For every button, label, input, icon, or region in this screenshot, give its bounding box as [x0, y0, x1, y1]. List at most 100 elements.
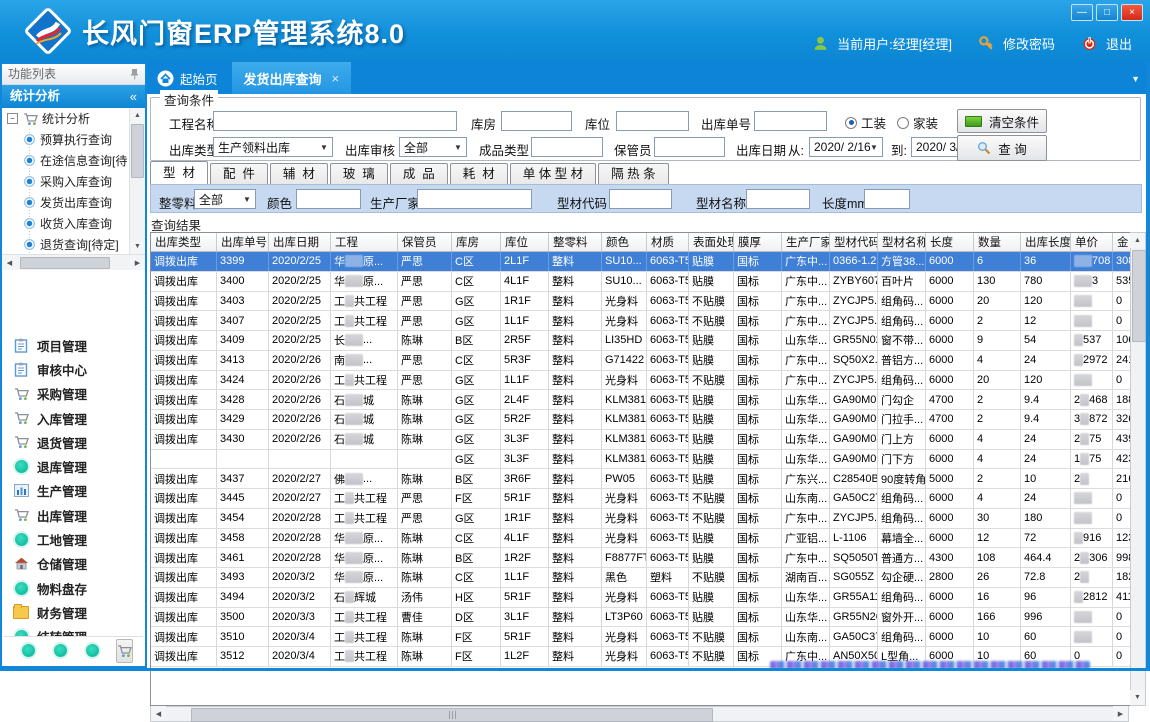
tree-vertical-scrollbar[interactable]: ▲ ▼ [129, 108, 145, 254]
column-header[interactable]: 长度 [926, 233, 974, 251]
tab-list-dropdown-icon[interactable]: ▼ [1131, 74, 1140, 84]
table-row[interactable]: 调拨出库34282020/2/26石城陈琳G区2L4F整料KLM38176063… [151, 390, 1142, 410]
table-vscroll-thumb[interactable] [1132, 250, 1146, 342]
tree-item[interactable]: 在途信息查询[待 [2, 150, 130, 171]
column-header[interactable]: 型材代码 [830, 233, 878, 251]
tab-shipment-query[interactable]: 发货出库查询 × [232, 62, 352, 94]
table-row[interactable]: 调拨出库34032020/2/25工共工程严思G区1R1F整料光身料6063-T… [151, 292, 1142, 312]
maker-input[interactable] [417, 189, 532, 209]
module-item-clipboard[interactable]: 审核中心 [4, 357, 143, 381]
scroll-right-icon[interactable]: ▶ [1113, 706, 1128, 721]
module-item-circle[interactable]: 退库管理 [4, 454, 143, 478]
material-tab[interactable]: 成 品 [390, 163, 448, 184]
date-from-picker[interactable]: 2020/ 2/16 ▼ [809, 137, 883, 157]
table-row[interactable]: 调拨出库35102020/3/4工共工程陈琳F区5R1F整料光身料6063-T5… [151, 627, 1142, 647]
column-header[interactable]: 出库单号 [217, 233, 269, 251]
scroll-left-icon[interactable]: ◀ [151, 706, 166, 721]
radio-gongzhuang[interactable]: 工装 [845, 113, 886, 132]
circle-icon[interactable] [84, 643, 100, 659]
tree-scroll-thumb[interactable] [131, 124, 144, 178]
cart-button-icon[interactable] [116, 643, 132, 659]
module-item-cart[interactable]: 采购管理 [4, 382, 143, 406]
tab-close-icon[interactable]: × [332, 71, 340, 86]
table-vertical-scrollbar[interactable]: ▲ ▼ [1130, 232, 1146, 706]
product-type-input[interactable] [531, 137, 603, 157]
module-item-circle[interactable]: 工地管理 [4, 527, 143, 551]
zhengling-select[interactable]: 全部 ▼ [194, 189, 256, 209]
profile-name-input[interactable] [746, 189, 810, 209]
material-tab[interactable]: 单 体 型 材 [510, 163, 596, 184]
close-button[interactable]: × [1121, 4, 1143, 21]
logout-link[interactable]: 退出 [1106, 34, 1132, 53]
scroll-down-icon[interactable]: ▼ [130, 239, 145, 254]
table-row[interactable]: 调拨出库35002020/3/3工共工程曹佳D区3L1F整料LT3P606063… [151, 608, 1142, 628]
table-row[interactable]: G区3L3F整料KLM38176063-T5贴膜国标山东华...GA90M09.… [151, 450, 1142, 470]
module-item-home[interactable]: 仓储管理 [4, 552, 143, 576]
pin-icon[interactable] [130, 68, 139, 80]
module-item-circle[interactable]: 物料盘存 [4, 576, 143, 600]
profile-code-input[interactable] [609, 189, 672, 209]
column-header[interactable]: 出库日期 [269, 233, 331, 251]
table-hscroll-thumb[interactable] [191, 708, 713, 722]
scroll-right-icon[interactable]: ▶ [130, 255, 145, 270]
table-row[interactable]: 调拨出库34932020/3/2华原...陈琳C区1L1F整料黑色塑料不贴膜国标… [151, 568, 1142, 588]
table-row[interactable]: 调拨出库34132020/2/26南...严思C区5R3F整料G71422606… [151, 351, 1142, 371]
table-row[interactable]: 调拨出库34002020/2/25华原...严思C区4L1F整料SU10...6… [151, 272, 1142, 292]
tree-hscroll-thumb[interactable] [20, 257, 110, 269]
column-header[interactable]: 单价 [1071, 233, 1113, 251]
module-item-clipboard[interactable]: 项目管理 [4, 333, 143, 357]
warehouse-input[interactable] [501, 111, 572, 131]
tree-item[interactable]: 预算执行查询 [2, 129, 130, 150]
module-item-folder[interactable]: 财务管理 [4, 600, 143, 624]
module-item-chart[interactable]: 生产管理 [4, 479, 143, 503]
tree-item[interactable]: 退货查询[待定] [2, 234, 130, 254]
cart-button[interactable] [116, 639, 133, 663]
column-header[interactable]: 膜厚 [734, 233, 782, 251]
search-button[interactable]: 查 询 [957, 135, 1047, 161]
audit-select[interactable]: 全部 ▼ [399, 137, 467, 157]
table-row[interactable]: 调拨出库34242020/2/26工共工程严思G区1L1F整料光身料6063-T… [151, 371, 1142, 391]
material-tab[interactable]: 辅 材 [270, 163, 328, 184]
table-row[interactable]: 调拨出库33992020/2/25华原...严思C区2L1F整料SU10...6… [151, 252, 1142, 272]
table-row[interactable]: 调拨出库34292020/2/26石城陈琳G区5R2F整料KLM38176063… [151, 410, 1142, 430]
tree-horizontal-scrollbar[interactable]: ◀ ▶ [2, 254, 145, 270]
column-header[interactable]: 整零料 [549, 233, 602, 251]
table-row[interactable]: 调拨出库34942020/3/2石辉城汤伟H区5R1F整料光身料6063-T5贴… [151, 588, 1142, 608]
column-header[interactable]: 颜色 [602, 233, 647, 251]
table-row[interactable]: 调拨出库34582020/2/28华原...陈琳C区4L1F整料光身料6063-… [151, 529, 1142, 549]
minimize-button[interactable]: — [1071, 4, 1093, 21]
module-item-cart[interactable]: 入库管理 [4, 406, 143, 430]
length-input[interactable] [864, 189, 910, 209]
tree-expander-icon[interactable]: − [7, 113, 18, 124]
table-row[interactable]: 调拨出库34452020/2/27工共工程严思F区5R1F整料光身料6063-T… [151, 489, 1142, 509]
slot-input[interactable] [616, 111, 689, 131]
column-header[interactable]: 材质 [647, 233, 689, 251]
scroll-up-icon[interactable]: ▲ [1130, 233, 1145, 248]
table-row[interactable]: 调拨出库34302020/2/26石城陈琳G区3L3F整料KLM38176063… [151, 430, 1142, 450]
table-row[interactable]: 调拨出库34612020/2/28华原...陈琳B区1R2F整料F8877FT6… [151, 548, 1142, 568]
module-item-cart[interactable]: 退货管理 [4, 430, 143, 454]
column-header[interactable]: 生产厂家 [782, 233, 830, 251]
scroll-up-icon[interactable]: ▲ [130, 108, 145, 123]
table-horizontal-scrollbar[interactable]: ◀ ▶ [150, 706, 1129, 722]
outbound-type-select[interactable]: 生产领料出库 ▼ [213, 137, 333, 157]
table-row[interactable]: 调拨出库34542020/2/28工共工程严思G区1R1F整料光身料6063-T… [151, 509, 1142, 529]
collapse-icon[interactable]: « [130, 85, 137, 108]
material-tab[interactable]: 隔 热 条 [598, 163, 668, 184]
color-input[interactable] [296, 189, 361, 209]
column-header[interactable]: 出库长度 [1021, 233, 1071, 251]
scroll-down-icon[interactable]: ▼ [1130, 690, 1145, 705]
circle-icon[interactable] [52, 643, 68, 659]
keeper-input[interactable] [654, 137, 725, 157]
tree-item[interactable]: 采购入库查询 [2, 171, 130, 192]
material-tab[interactable]: 耗 材 [450, 163, 508, 184]
material-tab[interactable]: 玻 璃 [330, 163, 388, 184]
tree-item[interactable]: 发货出库查询 [2, 192, 130, 213]
clear-conditions-button[interactable]: 清空条件 [957, 109, 1047, 133]
project-name-input[interactable] [213, 111, 457, 131]
order-no-input[interactable] [754, 111, 827, 131]
table-row[interactable]: 调拨出库34372020/2/27佛...陈琳B区3R6F整料PW056063-… [151, 469, 1142, 489]
column-header[interactable]: 库位 [501, 233, 549, 251]
stats-group-header[interactable]: 统计分析 « [2, 85, 145, 108]
tree-item[interactable]: 收货入库查询 [2, 213, 130, 234]
